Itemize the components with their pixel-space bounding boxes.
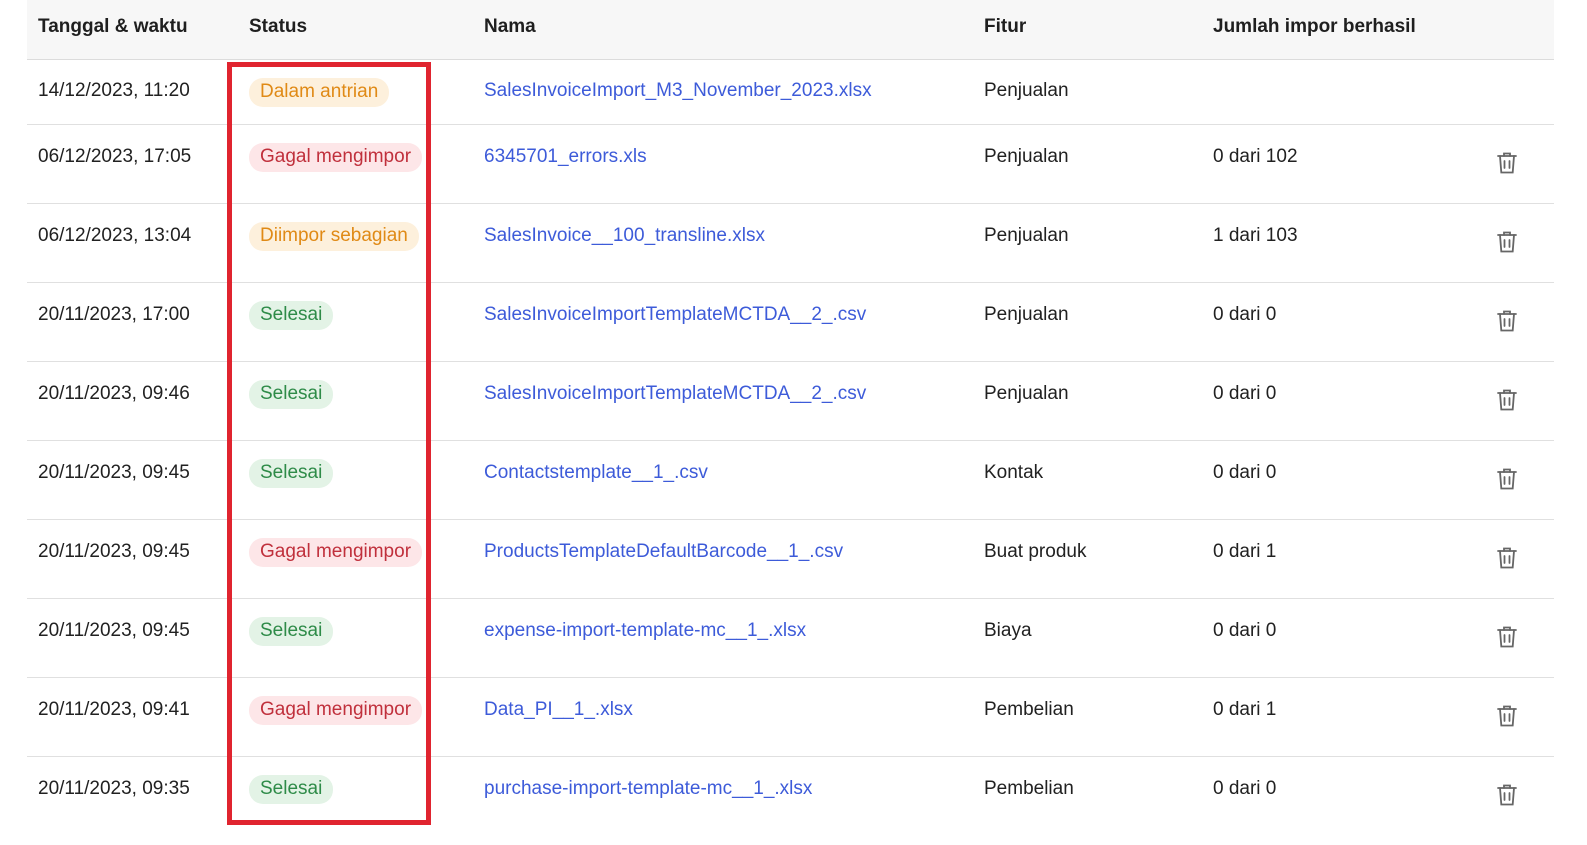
file-link[interactable]: Data_PI__1_.xlsx <box>484 699 633 721</box>
table-row: 14/12/2023, 11:20 Dalam antrian SalesInv… <box>27 60 1554 125</box>
row-date: 20/11/2023, 09:41 <box>38 699 190 720</box>
status-label: Diimpor sebagian <box>249 222 419 251</box>
row-feature: Penjualan <box>984 80 1069 101</box>
row-feature: Pembelian <box>984 778 1074 799</box>
status-badge: Selesai <box>249 617 334 646</box>
status-badge: Selesai <box>249 459 334 488</box>
row-feature: Penjualan <box>984 383 1069 404</box>
status-label: Selesai <box>249 301 334 330</box>
table-header: Tanggal & waktu Status Nama Fitur Jumlah… <box>27 0 1554 60</box>
trash-icon[interactable] <box>1495 466 1519 492</box>
status-label: Selesai <box>249 775 334 804</box>
status-label: Dalam antrian <box>249 78 390 107</box>
table-row: 20/11/2023, 17:00 Selesai SalesInvoiceIm… <box>27 283 1554 362</box>
row-feature: Buat produk <box>984 541 1087 562</box>
row-date: 20/11/2023, 09:35 <box>38 778 190 799</box>
status-label: Gagal mengimpor <box>249 538 423 567</box>
row-date: 06/12/2023, 17:05 <box>38 146 192 167</box>
status-badge: Diimpor sebagian <box>249 222 419 251</box>
row-feature: Penjualan <box>984 225 1069 246</box>
row-feature: Biaya <box>984 620 1032 641</box>
row-count: 0 dari 1 <box>1213 699 1277 720</box>
header-name: Nama <box>484 16 536 37</box>
status-badge: Gagal mengimpor <box>249 696 423 725</box>
row-feature: Pembelian <box>984 699 1074 720</box>
row-date: 20/11/2023, 09:45 <box>38 620 190 641</box>
row-date: 20/11/2023, 17:00 <box>38 304 190 325</box>
row-count: 0 dari 0 <box>1213 462 1277 483</box>
table-row: 20/11/2023, 09:46 Selesai SalesInvoiceIm… <box>27 362 1554 441</box>
trash-icon[interactable] <box>1495 150 1519 176</box>
import-history-table: Tanggal & waktu Status Nama Fitur Jumlah… <box>27 0 1554 836</box>
header-count: Jumlah impor berhasil <box>1213 16 1416 37</box>
status-badge: Selesai <box>249 775 334 804</box>
row-feature: Kontak <box>984 462 1044 483</box>
row-date: 20/11/2023, 09:46 <box>38 383 190 404</box>
row-count: 0 dari 0 <box>1213 304 1277 325</box>
row-count: 0 dari 102 <box>1213 146 1298 167</box>
row-count: 0 dari 0 <box>1213 383 1277 404</box>
table-row: 20/11/2023, 09:45 Selesai Contactstempla… <box>27 441 1554 520</box>
status-label: Selesai <box>249 459 334 488</box>
file-link[interactable]: SalesInvoiceImportTemplateMCTDA__2_.csv <box>484 304 866 326</box>
trash-icon[interactable] <box>1495 782 1519 808</box>
status-label: Gagal mengimpor <box>249 696 423 725</box>
file-link[interactable]: SalesInvoiceImport_M3_November_2023.xlsx <box>484 80 872 102</box>
table-row: 20/11/2023, 09:41 Gagal mengimpor Data_P… <box>27 678 1554 757</box>
file-link[interactable]: Contactstemplate__1_.csv <box>484 462 708 484</box>
row-date: 20/11/2023, 09:45 <box>38 462 190 483</box>
trash-icon[interactable] <box>1495 308 1519 334</box>
trash-icon[interactable] <box>1495 229 1519 255</box>
row-count: 0 dari 0 <box>1213 778 1277 799</box>
file-link[interactable]: SalesInvoice__100_transline.xlsx <box>484 225 765 247</box>
table-row: 20/11/2023, 09:45 Gagal mengimpor Produc… <box>27 520 1554 599</box>
header-date: Tanggal & waktu <box>38 16 188 37</box>
table-row: 20/11/2023, 09:45 Selesai expense-import… <box>27 599 1554 678</box>
table-row: 20/11/2023, 09:35 Selesai purchase-impor… <box>27 757 1554 836</box>
row-count: 0 dari 0 <box>1213 620 1277 641</box>
row-date: 14/12/2023, 11:20 <box>38 80 190 101</box>
header-status: Status <box>249 16 308 37</box>
table-row: 06/12/2023, 17:05 Gagal mengimpor 634570… <box>27 125 1554 204</box>
status-badge: Selesai <box>249 301 334 330</box>
status-badge: Dalam antrian <box>249 78 390 107</box>
status-badge: Gagal mengimpor <box>249 538 423 567</box>
trash-icon[interactable] <box>1495 387 1519 413</box>
row-feature: Penjualan <box>984 304 1069 325</box>
row-count: 1 dari 103 <box>1213 225 1298 246</box>
status-badge: Selesai <box>249 380 334 409</box>
status-badge: Gagal mengimpor <box>249 143 423 172</box>
trash-icon[interactable] <box>1495 624 1519 650</box>
status-label: Selesai <box>249 617 334 646</box>
row-date: 06/12/2023, 13:04 <box>38 225 192 246</box>
table-row: 06/12/2023, 13:04 Diimpor sebagian Sales… <box>27 204 1554 283</box>
trash-icon[interactable] <box>1495 703 1519 729</box>
file-link[interactable]: ProductsTemplateDefaultBarcode__1_.csv <box>484 541 843 563</box>
row-count: 0 dari 1 <box>1213 541 1277 562</box>
file-link[interactable]: expense-import-template-mc__1_.xlsx <box>484 620 806 642</box>
header-feature: Fitur <box>984 16 1027 37</box>
file-link[interactable]: 6345701_errors.xls <box>484 146 647 168</box>
file-link[interactable]: SalesInvoiceImportTemplateMCTDA__2_.csv <box>484 383 866 405</box>
trash-icon[interactable] <box>1495 545 1519 571</box>
status-label: Selesai <box>249 380 334 409</box>
file-link[interactable]: purchase-import-template-mc__1_.xlsx <box>484 778 812 800</box>
row-feature: Penjualan <box>984 146 1069 167</box>
status-label: Gagal mengimpor <box>249 143 423 172</box>
row-date: 20/11/2023, 09:45 <box>38 541 190 562</box>
